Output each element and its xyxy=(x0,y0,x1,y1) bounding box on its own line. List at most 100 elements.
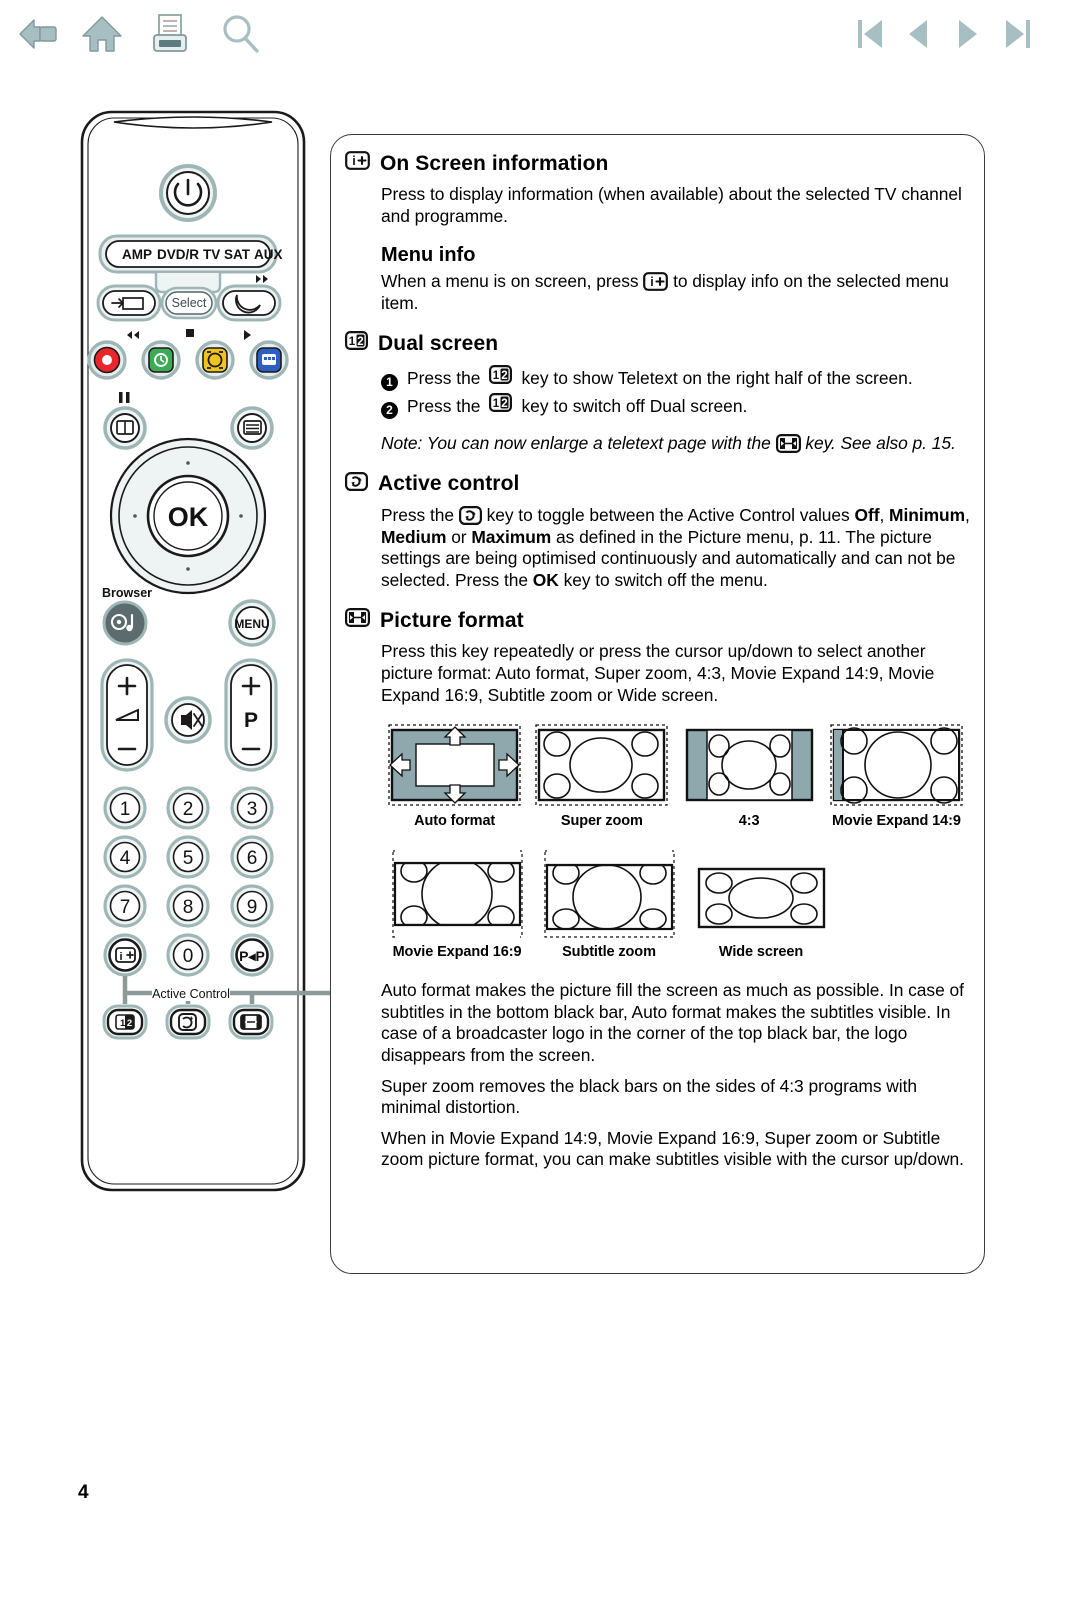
svg-text:9: 9 xyxy=(247,897,258,918)
ok-key-label: OK xyxy=(532,569,559,590)
remote-browser-button xyxy=(102,600,148,646)
section-body: When a menu is on screen, press i to dis… xyxy=(381,271,970,314)
list-item: 1 Press the 12 key to show Teletext on t… xyxy=(381,364,970,392)
format-caption: Subtitle zoom xyxy=(562,944,656,961)
back-icon[interactable] xyxy=(14,10,62,58)
remote-bottom-function-keys: 1 2 xyxy=(102,1004,274,1040)
section-heading: 12 Dual screen xyxy=(345,331,970,356)
remote-pip-button: P◂P xyxy=(230,933,274,977)
search-icon[interactable] xyxy=(216,10,264,58)
section-dual-screen: 12 Dual screen 1 Press the 12 key to sho… xyxy=(345,331,970,455)
svg-text:DVD/R: DVD/R xyxy=(157,247,199,262)
ac-value-off: Off xyxy=(854,504,880,525)
svg-text:P: P xyxy=(244,709,258,732)
svg-text:1: 1 xyxy=(120,799,131,820)
remote-mode-selector: AMP DVD/R TV SAT AUX xyxy=(98,234,283,274)
remote-menu-button: MENU xyxy=(228,599,276,647)
step-number: 1 xyxy=(381,373,398,391)
active-control-body: Press the key to toggle between the Acti… xyxy=(381,504,970,590)
remote-dual-screen-key: 1 2 xyxy=(102,1004,148,1040)
section-body: Press this key repeatedly or press the c… xyxy=(381,641,935,705)
viewer-toolbar xyxy=(0,0,1080,68)
format-subtitle-zoom: Subtitle zoom xyxy=(533,849,685,960)
info-plus-icon: i xyxy=(345,151,370,176)
paragraph-subtitles: When in Movie Expand 14:9, Movie Expand … xyxy=(381,1127,964,1170)
ac-value-maximum: Maximum xyxy=(471,526,552,547)
home-icon[interactable] xyxy=(78,10,126,58)
remote-picture-format-key xyxy=(228,1004,274,1040)
page-number: 4 xyxy=(78,1482,89,1503)
svg-text:TV: TV xyxy=(203,247,220,262)
svg-text:0: 0 xyxy=(183,946,194,967)
remote-mute-button xyxy=(164,696,212,744)
svg-text:2: 2 xyxy=(127,1018,132,1029)
remote-program-rocker: P xyxy=(224,658,278,772)
section-heading: i On Screen information xyxy=(345,151,970,176)
format-four-three: 4:3 xyxy=(676,722,823,829)
first-page-icon[interactable] xyxy=(846,10,894,58)
dual-screen-note: Note: You can now enlarge a teletext pag… xyxy=(381,433,970,455)
picture-format-icon xyxy=(345,608,370,633)
remote-cursor-ok-pad: OK xyxy=(109,437,267,595)
content-panel: i On Screen information Press to display… xyxy=(330,134,985,1274)
note-text-pre: Note: You can now enlarge a teletext pag… xyxy=(381,433,771,454)
picture-format-icon xyxy=(775,434,801,454)
next-page-icon[interactable] xyxy=(944,10,992,58)
svg-text:1: 1 xyxy=(349,336,356,348)
picture-format-diagrams: Auto format Super zoom 4:3 Movie Expand … xyxy=(381,722,970,960)
four-three-diagram xyxy=(685,728,813,802)
dual-screen-icon: 12 xyxy=(489,393,513,413)
svg-text:SAT: SAT xyxy=(224,247,251,262)
format-caption: Movie Expand 14:9 xyxy=(831,813,961,830)
svg-text:i: i xyxy=(352,154,356,168)
section-menu-info: Menu info When a menu is on screen, pres… xyxy=(345,244,970,314)
format-caption: Wide screen xyxy=(718,944,804,961)
svg-text:2: 2 xyxy=(502,370,508,382)
svg-text:Select: Select xyxy=(172,296,207,310)
print-icon[interactable] xyxy=(146,10,194,58)
section-body: Press to display information (when avail… xyxy=(381,184,962,226)
section-heading: Picture format xyxy=(345,608,970,633)
picture-format-row-2: Movie Expand 16:9 Subtitle zoom Wide scr… xyxy=(381,849,970,960)
svg-text:1: 1 xyxy=(493,370,500,382)
last-page-icon[interactable] xyxy=(994,10,1042,58)
svg-text:4: 4 xyxy=(120,848,131,869)
dual-screen-icon: 12 xyxy=(489,365,513,385)
ac-line1-post: key to toggle between the Active Control… xyxy=(486,504,850,525)
format-super-zoom: Super zoom xyxy=(528,722,675,829)
section-subtitle: Menu info xyxy=(381,244,476,267)
format-caption: Movie Expand 16:9 xyxy=(392,944,522,961)
section-heading: Active control xyxy=(345,471,970,497)
remote-control-illustration: AMP DVD/R TV SAT AUX Select OK Browser M… xyxy=(78,108,336,1192)
svg-text:2: 2 xyxy=(502,398,508,410)
svg-text:1: 1 xyxy=(493,398,500,410)
svg-text:i: i xyxy=(119,951,122,963)
section-picture-format: Picture format Press this key repeatedly… xyxy=(345,608,970,706)
svg-text:i: i xyxy=(651,275,654,289)
format-movie-expand-16-9: Movie Expand 16:9 xyxy=(381,849,533,960)
svg-text:P◂P: P◂P xyxy=(239,948,265,964)
auto-format-diagram xyxy=(388,724,521,806)
dual-screen-icon: 12 xyxy=(345,331,368,356)
svg-text:Browser: Browser xyxy=(102,586,152,600)
paragraph-auto-format: Auto format makes the picture fill the s… xyxy=(381,980,964,1065)
remote-active-control-key xyxy=(165,1004,211,1040)
step-text-pre: Press the xyxy=(407,368,481,389)
step-text-pre: Press the xyxy=(407,396,481,417)
svg-text:OK: OK xyxy=(168,502,209,532)
section-active-control: Active control Press the key to toggle b… xyxy=(345,471,970,591)
subtitle-zoom-diagram xyxy=(543,850,675,938)
ac-value-minimum: Minimum xyxy=(889,504,966,525)
remote-power-button xyxy=(159,164,217,222)
svg-text:6: 6 xyxy=(247,848,258,869)
previous-page-icon[interactable] xyxy=(894,10,942,58)
movie-expand-16-9-diagram xyxy=(391,850,523,939)
wide-screen-diagram xyxy=(697,867,825,929)
svg-text:Active Control: Active Control xyxy=(152,987,230,1001)
section-on-screen-information: i On Screen information Press to display… xyxy=(345,151,970,227)
paragraph-super-zoom: Super zoom removes the black bars on the… xyxy=(381,1075,918,1118)
ac-value-medium: Medium xyxy=(381,526,447,547)
ac-line4-pre: Press the xyxy=(454,569,528,590)
step-text-post: key to switch off Dual screen. xyxy=(521,396,748,417)
svg-text:3: 3 xyxy=(247,799,258,820)
